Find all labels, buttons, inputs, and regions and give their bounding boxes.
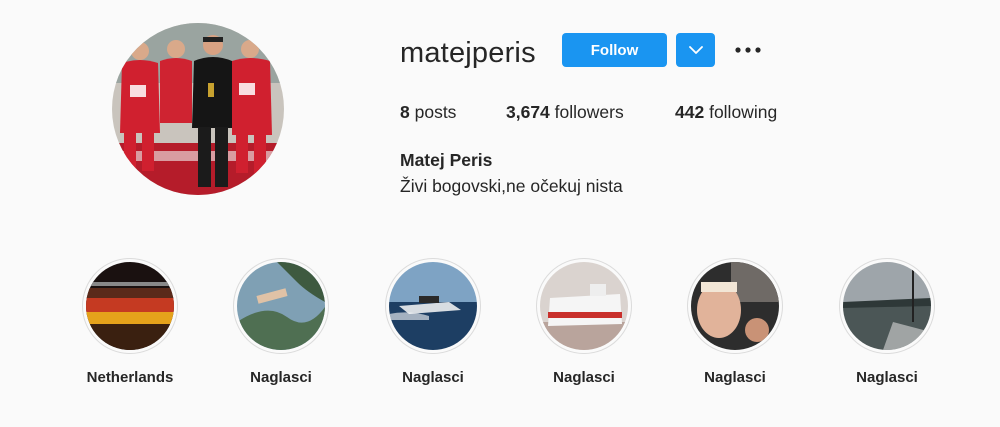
following-label: following xyxy=(709,102,778,122)
story-highlight[interactable]: Netherlands xyxy=(60,258,200,387)
story-highlight[interactable]: Naglasci xyxy=(514,258,654,387)
more-options-icon xyxy=(735,47,761,53)
highlight-label: Naglasci xyxy=(856,369,918,386)
highlight-cover xyxy=(86,262,174,350)
highlight-ring xyxy=(536,258,632,354)
story-highlight[interactable]: Naglasci xyxy=(211,258,351,387)
posts-label: posts xyxy=(414,102,457,122)
highlight-cover xyxy=(540,262,628,350)
bio-text: Živi bogovski,ne očekuj nista xyxy=(400,176,623,196)
highlight-ring xyxy=(385,258,481,354)
highlight-label: Naglasci xyxy=(704,369,766,386)
highlight-cover xyxy=(691,262,779,350)
highlight-ring xyxy=(687,258,783,354)
highlight-ring xyxy=(839,258,935,354)
highlight-cover xyxy=(237,262,325,350)
highlight-label: Naglasci xyxy=(402,369,464,386)
posts-stat: 8 posts xyxy=(400,100,456,124)
following-count: 442 xyxy=(675,102,705,122)
suggested-accounts-button[interactable] xyxy=(676,33,715,67)
highlight-ring xyxy=(82,258,178,354)
profile-avatar[interactable] xyxy=(112,23,284,195)
story-highlight[interactable]: Naglasci xyxy=(363,258,503,387)
highlight-label: Naglasci xyxy=(250,369,312,386)
highlight-cover xyxy=(843,262,931,350)
full-name: Matej Peris xyxy=(400,150,493,170)
more-options-button[interactable] xyxy=(733,38,763,62)
username: matejperis xyxy=(400,37,536,69)
posts-count: 8 xyxy=(400,102,410,122)
follow-button[interactable]: Follow xyxy=(562,33,667,67)
story-highlight[interactable]: Naglasci xyxy=(817,258,957,387)
highlight-label: Naglasci xyxy=(553,369,615,386)
avatar-photo xyxy=(112,23,284,195)
followers-link[interactable]: 3,674 followers xyxy=(506,100,624,124)
highlight-label: Netherlands xyxy=(86,369,174,386)
followers-count: 3,674 xyxy=(506,102,550,122)
highlight-cover xyxy=(389,262,477,350)
profile-page: matejperis Follow 8 posts 3,674 follower… xyxy=(0,0,1000,427)
story-highlight[interactable]: Naglasci xyxy=(665,258,805,387)
chevron-down-icon xyxy=(688,45,703,54)
following-link[interactable]: 442 following xyxy=(675,100,777,124)
followers-label: followers xyxy=(554,102,624,122)
highlight-ring xyxy=(233,258,329,354)
